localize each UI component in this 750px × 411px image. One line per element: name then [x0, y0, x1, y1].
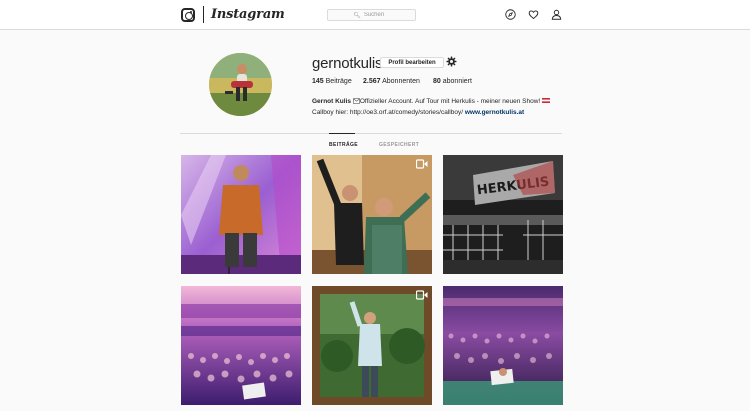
tab-divider	[180, 133, 562, 134]
following-count: 80	[433, 78, 441, 85]
tab-saved[interactable]: GESPEICHERT	[379, 142, 419, 148]
explore-compass-icon[interactable]	[505, 9, 516, 20]
post-image	[312, 155, 432, 274]
following-label: abonniert	[442, 78, 472, 85]
profile-person-icon[interactable]	[551, 9, 562, 20]
post-tile-man-in-garden-frame[interactable]	[312, 286, 432, 405]
tab-active-indicator	[329, 133, 355, 134]
post-image	[181, 286, 301, 405]
top-navigation-bar: Instagram 🔍︎	[0, 0, 750, 30]
instagram-wordmark: Instagram	[211, 7, 285, 22]
followers-count: 2.567	[363, 78, 381, 85]
posts-count: 145	[312, 78, 324, 85]
instagram-logo[interactable]: Instagram	[181, 6, 285, 23]
bio-text-1: Offizieller Account. Auf Tour mit Herkul…	[359, 98, 541, 105]
search-icon: 🔍︎	[353, 12, 361, 19]
post-image	[181, 155, 301, 274]
edit-profile-button[interactable]: Profil bearbeiten	[380, 57, 444, 68]
search-box[interactable]: 🔍︎	[327, 9, 416, 21]
followers-stat[interactable]: 2.567 Abonnenten	[363, 78, 420, 85]
following-stat[interactable]: 80 abonniert	[433, 78, 472, 85]
post-image	[312, 286, 432, 405]
logo-divider	[203, 6, 204, 23]
post-image	[443, 286, 563, 405]
video-camera-icon	[416, 159, 428, 169]
post-tile-herkulis-stage-set[interactable]: HERKULIS	[443, 155, 563, 274]
nav-icon-group	[505, 9, 563, 21]
gear-icon[interactable]	[446, 56, 457, 67]
posts-label: Beiträge	[325, 78, 352, 85]
bio-line-1: Gernot Kulis Offizieller Account. Auf To…	[312, 96, 572, 107]
profile-username: gernotkulis	[312, 55, 383, 72]
followers-label: Abonnenten	[382, 78, 420, 85]
post-tile-theatre-crowd-wide[interactable]	[443, 286, 563, 405]
activity-heart-icon[interactable]	[528, 9, 539, 20]
bio-text-2[interactable]: Callboy hier: http://oe3.orf.at/comedy/s…	[312, 109, 463, 116]
search-input[interactable]	[363, 12, 390, 18]
bio-full-name: Gernot Kulis	[312, 98, 352, 105]
bio-website-link[interactable]: www.gernotkulis.at	[465, 109, 524, 116]
video-camera-icon	[416, 290, 428, 300]
tab-posts[interactable]: BEITRÄGE	[329, 142, 358, 148]
post-image: HERKULIS	[443, 155, 563, 274]
post-tile-concert-crowd-purple[interactable]	[181, 286, 301, 405]
envelope-emoji-icon	[352, 98, 360, 104]
profile-bio: Gernot Kulis Offizieller Account. Auf To…	[312, 96, 572, 118]
post-tile-comedian-on-stage[interactable]	[181, 155, 301, 274]
instagram-camera-icon	[181, 7, 195, 22]
profile-avatar[interactable]	[209, 53, 272, 116]
avatar-photo	[209, 53, 272, 116]
bio-line-2: Callboy hier: http://oe3.orf.at/comedy/s…	[312, 107, 572, 118]
posts-stat: 145 Beiträge	[312, 78, 352, 85]
flag-austria-icon	[542, 98, 551, 103]
post-tile-two-men-backstage[interactable]	[312, 155, 432, 274]
